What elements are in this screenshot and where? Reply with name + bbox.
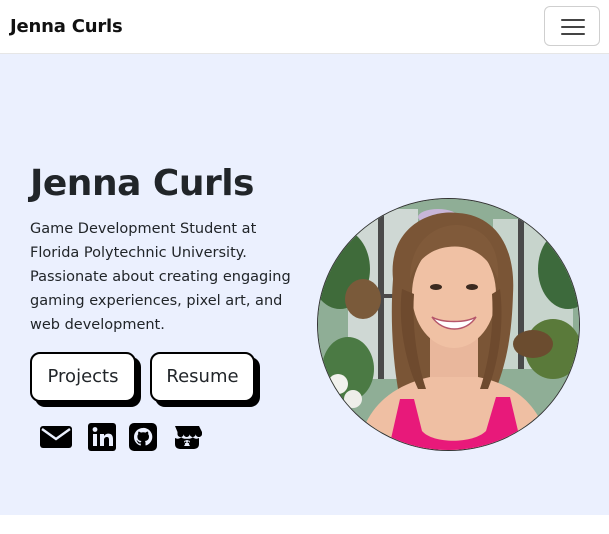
linkedin-icon[interactable] [85,420,119,454]
hero-description: Game Development Student at Florida Poly… [30,221,291,333]
navbar-toggler-button[interactable] [544,6,600,46]
github-icon[interactable] [126,420,160,454]
hero-section: Jenna Curls Game Development Student at … [0,54,609,515]
itch-io-icon[interactable] [170,420,204,454]
hamburger-menu-icon [561,19,585,21]
resume-button[interactable]: Resume [150,352,255,402]
profile-photo [317,198,580,451]
email-icon[interactable] [39,420,73,454]
projects-button[interactable]: Projects [30,352,136,402]
navbar-brand[interactable]: Jenna Curls [10,16,123,37]
hero-title: Jenna Curls [30,163,254,204]
navbar: Jenna Curls [0,0,609,54]
hamburger-menu-icon-bar [561,33,585,35]
hamburger-menu-icon-bar [561,26,585,28]
